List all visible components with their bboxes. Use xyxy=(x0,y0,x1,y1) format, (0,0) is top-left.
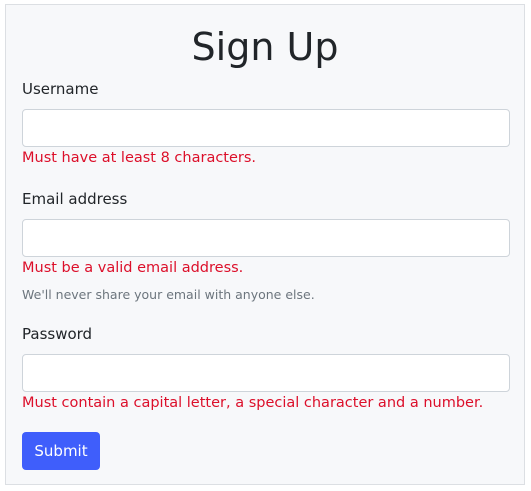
email-label: Email address xyxy=(22,190,128,208)
page-title: Sign Up xyxy=(191,25,339,69)
signup-form-card: Sign Up Username Must have at least 8 ch… xyxy=(5,4,525,485)
username-field[interactable] xyxy=(22,109,510,147)
password-error: Must contain a capital letter, a special… xyxy=(22,395,484,411)
username-label: Username xyxy=(22,80,99,98)
username-error: Must have at least 8 characters. xyxy=(22,150,257,166)
email-help-text: We'll never share your email with anyone… xyxy=(22,287,315,302)
password-field[interactable] xyxy=(22,354,510,392)
email-field[interactable] xyxy=(22,219,510,257)
password-label: Password xyxy=(22,325,93,343)
submit-button[interactable]: Submit xyxy=(22,432,100,470)
email-error: Must be a valid email address. xyxy=(22,260,244,276)
